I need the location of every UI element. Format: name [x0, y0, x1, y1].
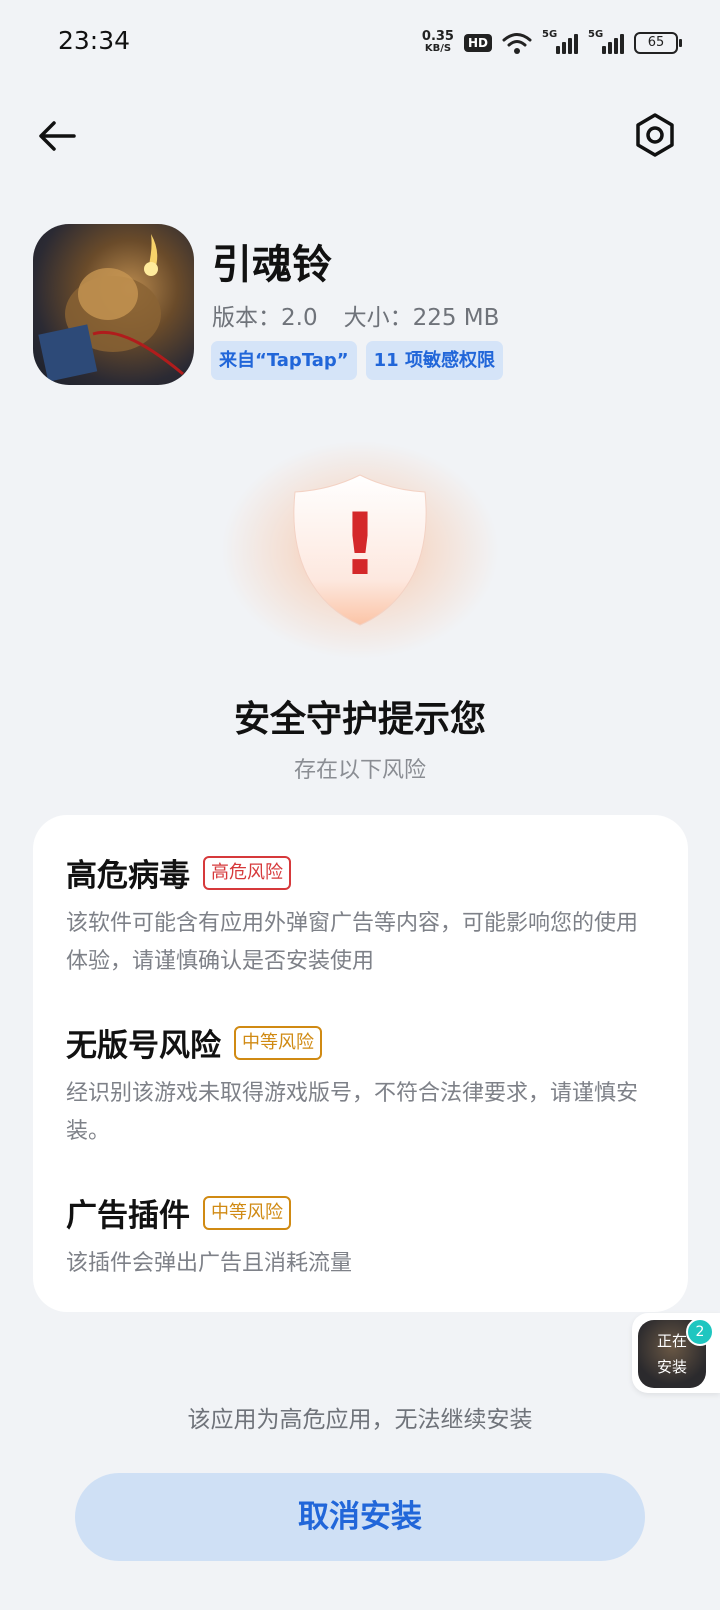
wifi-icon: [502, 33, 532, 54]
app-tags: 来自“TapTap” 11 项敏感权限: [211, 341, 503, 380]
version-value: 2.0: [281, 305, 318, 331]
settings-button[interactable]: [630, 110, 680, 160]
signal-1-label: 5G: [542, 29, 558, 40]
risk-level-badge: 中等风险: [203, 1195, 291, 1230]
permissions-tag[interactable]: 11 项敏感权限: [365, 341, 503, 380]
hd-icon: HD: [463, 34, 492, 52]
risk-description: 该插件会弹出广告且消耗流量: [66, 1251, 353, 1276]
installing-label-2: 安装: [656, 1358, 687, 1376]
installing-count-badge: 2: [686, 1318, 714, 1346]
app-name: 引魂铃: [212, 242, 332, 288]
warning-subtitle: 存在以下风险: [293, 758, 426, 783]
app-icon: [33, 224, 194, 385]
warning-mark: !: [340, 495, 379, 595]
arrow-left-icon: [39, 121, 76, 151]
risk-description: 经识别该游戏未取得游戏版号，不符合法律要求，请谨慎安装。: [66, 1081, 639, 1144]
risk-item: 无版号风险 中等风险 经识别该游戏未取得游戏版号，不符合法律要求，请谨慎安装。: [66, 1020, 658, 1151]
risk-level-badge: 高危风险: [203, 855, 291, 890]
battery-icon: 65: [634, 32, 682, 54]
status-time: 23:34: [58, 26, 131, 55]
size-value: 225 MB: [412, 305, 500, 331]
risk-item: 广告插件 中等风险 该插件会弹出广告且消耗流量: [66, 1190, 658, 1283]
risk-card: 高危病毒 高危风险 该软件可能含有应用外弹窗广告等内容，可能影响您的使用体验，请…: [33, 815, 688, 1312]
signal-icon-2: 5G: [588, 29, 624, 54]
status-icons: 0.35 KB/S HD 5G 5G 65: [421, 28, 682, 58]
source-tag[interactable]: 来自“TapTap”: [211, 341, 357, 380]
installing-float-button[interactable]: 正在 安装 2: [632, 1313, 720, 1393]
size-label: 大小：: [343, 305, 413, 331]
net-speed-unit: KB/S: [424, 43, 452, 54]
app-meta: 版本：2.0 大小：225 MB: [212, 298, 499, 332]
hexagon-gear-icon: [636, 113, 674, 157]
risk-item: 高危病毒 高危风险 该软件可能含有应用外弹窗广告等内容，可能影响您的使用体验，请…: [66, 850, 658, 981]
risk-title: 广告插件: [66, 1198, 190, 1234]
warning-title: 安全守护提示您: [233, 699, 486, 740]
risk-title: 无版号风险: [66, 1028, 221, 1064]
version-label: 版本：: [212, 305, 281, 331]
cancel-install-button[interactable]: 取消安装: [75, 1473, 645, 1561]
net-speed-value: 0.35: [421, 29, 454, 44]
shield-warning-icon: !: [285, 470, 435, 630]
signal-icon: 5G: [542, 29, 578, 54]
signal-2-label: 5G: [588, 29, 604, 40]
risk-title: 高危病毒: [66, 858, 190, 894]
risk-level-badge: 中等风险: [234, 1025, 322, 1060]
back-button[interactable]: [36, 114, 80, 158]
risk-description: 该软件可能含有应用外弹窗广告等内容，可能影响您的使用体验，请谨慎确认是否安装使用: [66, 911, 639, 974]
install-blocked-note: 该应用为高危应用，无法继续安装: [187, 1407, 533, 1433]
net-speed: 0.35 KB/S: [421, 29, 454, 55]
